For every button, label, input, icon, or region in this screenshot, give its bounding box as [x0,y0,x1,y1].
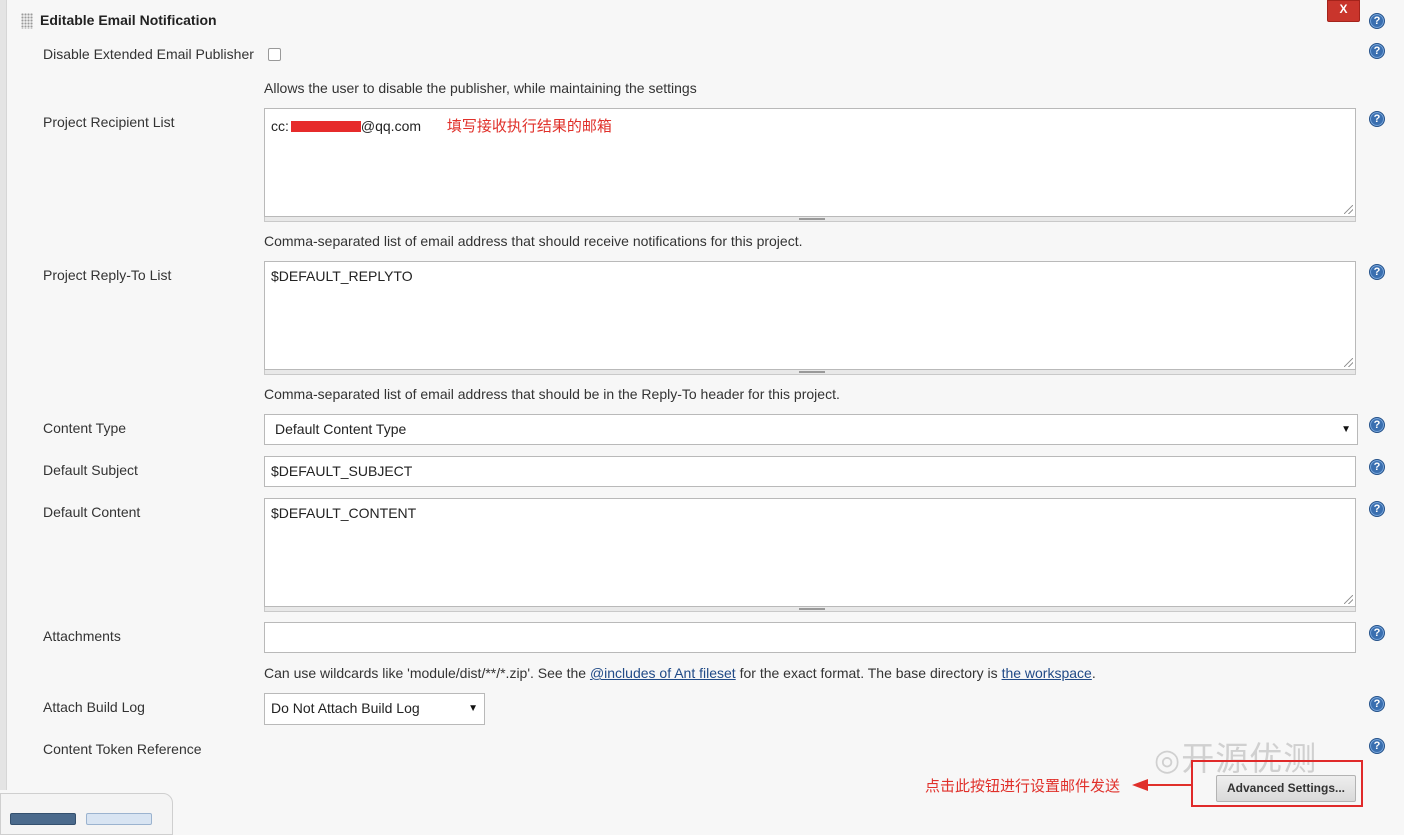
reply-to-textarea[interactable]: $DEFAULT_REPLYTO [264,261,1356,370]
reply-to-description: Comma-separated list of email address th… [264,386,840,402]
help-icon[interactable]: ? [1369,696,1385,712]
default-content-textarea[interactable]: $DEFAULT_CONTENT [264,498,1356,607]
help-icon[interactable]: ? [1369,417,1385,433]
attach-build-log-select[interactable]: Do Not Attach Build Log ▼ [264,693,485,725]
disable-publisher-label: Disable Extended Email Publisher [43,46,254,62]
content-type-select[interactable]: Default Content Type ▼ [264,414,1358,445]
help-icon[interactable]: ? [1369,501,1385,517]
default-subject-label: Default Subject [43,462,138,478]
recipient-annotation: 填写接收执行结果的邮箱 [446,118,612,135]
textarea-resize-bar[interactable] [264,217,1356,222]
delete-section-button[interactable]: X [1327,0,1360,22]
recipient-list-textarea[interactable]: cc: @qq.com 填写接收执行结果的邮箱 [264,108,1356,217]
redacted-mark [290,121,361,132]
attachments-description-text: for the exact format. The base directory… [735,665,1002,681]
annotation-arrow-icon [1132,779,1192,791]
help-icon[interactable]: ? [1369,264,1385,280]
help-icon[interactable]: ? [1369,111,1385,127]
help-icon[interactable]: ? [1369,43,1385,59]
attachments-label: Attachments [43,628,121,644]
section-title: Editable Email Notification [40,12,217,28]
drag-handle-icon[interactable] [21,13,33,29]
apply-button[interactable] [86,813,152,825]
help-icon[interactable]: ? [1369,13,1385,29]
attachments-description-text: . [1091,665,1096,681]
wechat-icon: ◎ [1154,744,1182,777]
default-subject-input[interactable]: $DEFAULT_SUBJECT [264,456,1356,487]
resize-grip-icon[interactable] [1344,358,1353,367]
ant-fileset-link[interactable]: @includes of Ant fileset [590,665,736,681]
dropdown-caret-icon: ▼ [468,703,478,714]
workspace-link[interactable]: the workspace [1002,665,1092,681]
disable-publisher-checkbox[interactable] [268,48,281,61]
content-type-selected: Default Content Type [275,421,407,437]
content-type-label: Content Type [43,420,127,436]
textarea-resize-bar[interactable] [264,607,1356,612]
reply-to-label: Project Reply-To List [43,267,172,283]
attachments-description-text: Can use wildcards like 'module/dist/**/*… [264,665,590,681]
reply-to-value: $DEFAULT_REPLYTO [271,268,413,284]
help-icon[interactable]: ? [1369,459,1385,475]
default-content-label: Default Content [43,504,141,520]
attach-build-log-selected: Do Not Attach Build Log [271,700,420,716]
recipient-list-description: Comma-separated list of email address th… [264,233,803,249]
content-token-reference-label: Content Token Reference [43,741,202,757]
attach-build-log-label: Attach Build Log [43,699,145,715]
disable-publisher-description: Allows the user to disable the publisher… [264,80,697,96]
resize-grip-icon[interactable] [1344,205,1353,214]
help-icon[interactable]: ? [1369,738,1385,754]
recipient-value-prefix: cc: [271,118,289,134]
left-edge-bar [0,0,7,790]
help-icon[interactable]: ? [1369,625,1385,641]
attachments-input[interactable] [264,622,1356,653]
save-button[interactable] [10,813,76,825]
default-content-value: $DEFAULT_CONTENT [271,505,417,521]
recipient-value-suffix: @qq.com [360,118,422,134]
advanced-annotation-text: 点击此按钮进行设置邮件发送 [925,778,1121,795]
recipient-list-label: Project Recipient List [43,114,175,130]
textarea-resize-bar[interactable] [264,370,1356,375]
resize-grip-icon[interactable] [1344,595,1353,604]
attachments-description: Can use wildcards like 'module/dist/**/*… [264,665,1096,681]
dropdown-caret-icon: ▼ [1341,424,1351,435]
advanced-settings-button[interactable]: Advanced Settings... [1216,775,1356,802]
